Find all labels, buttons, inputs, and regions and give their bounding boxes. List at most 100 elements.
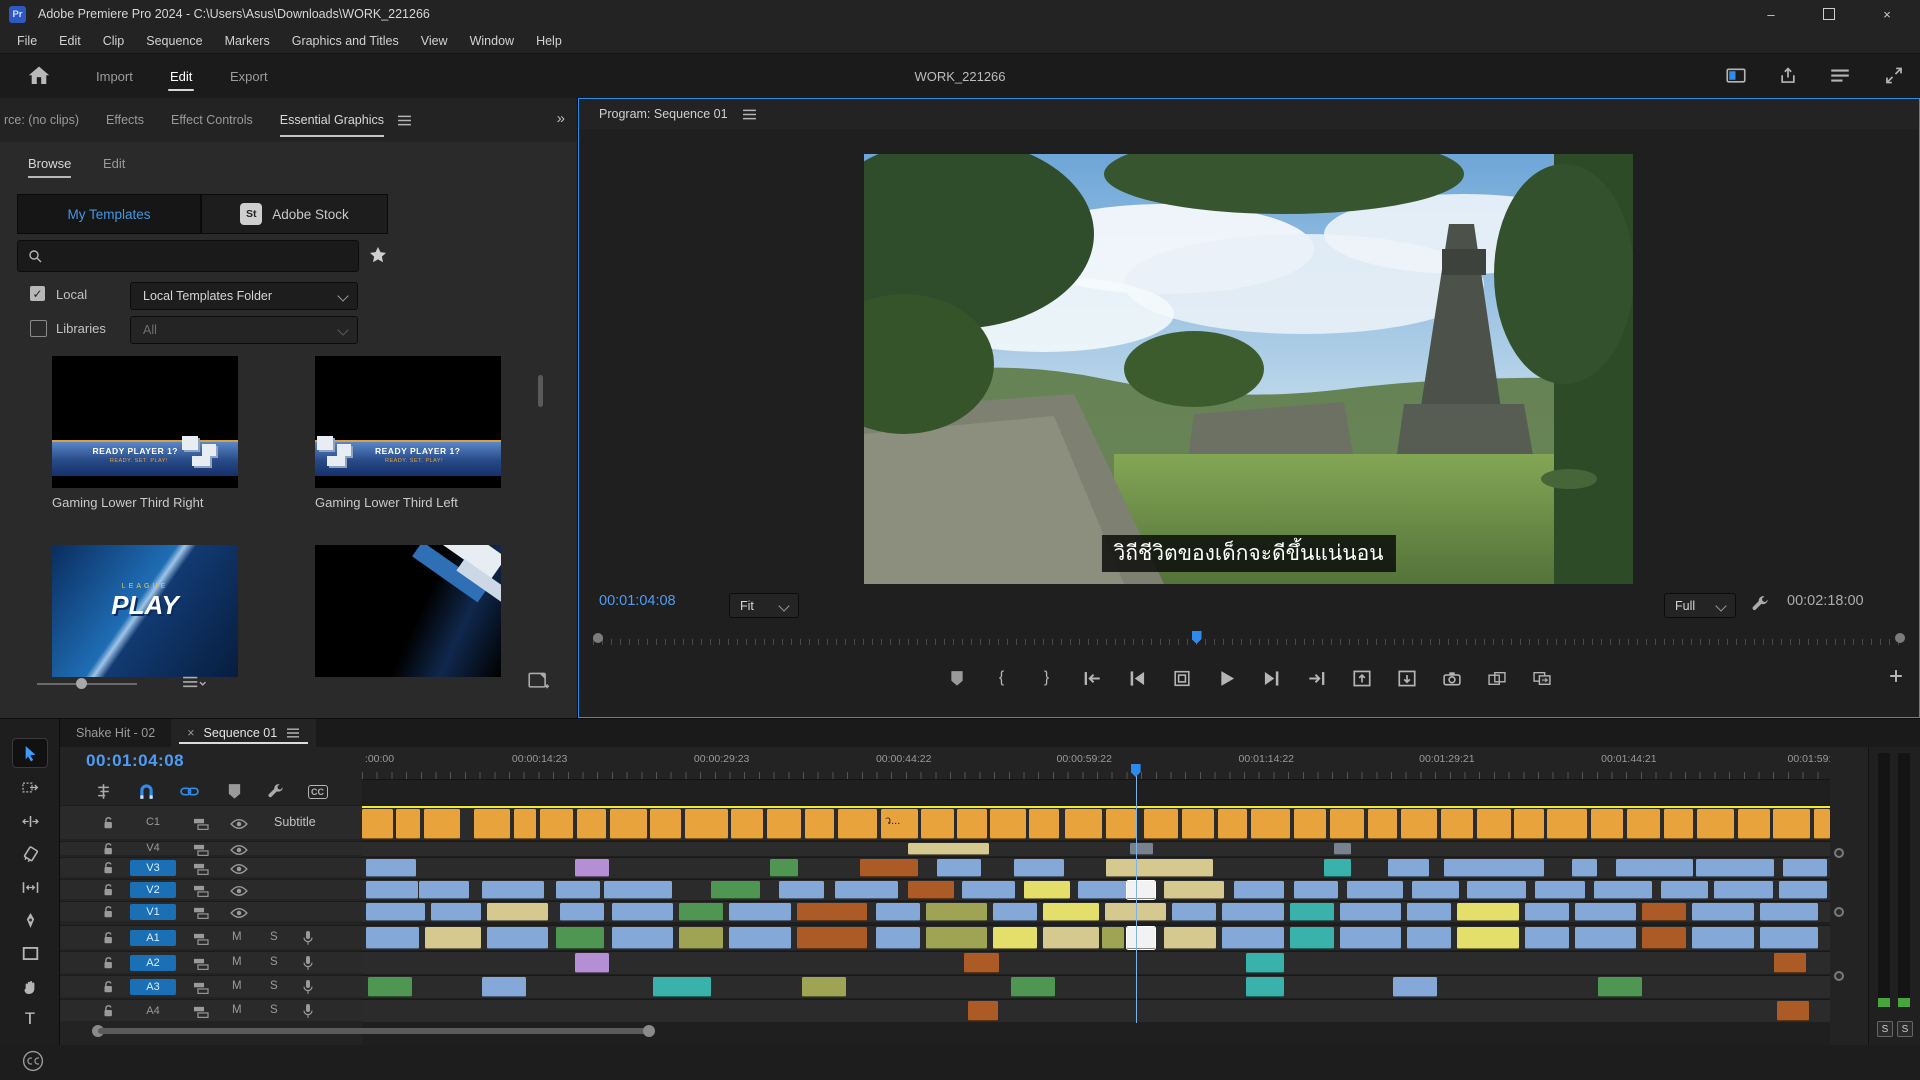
caption-clip[interactable] — [610, 809, 647, 839]
clip-v4[interactable] — [1334, 843, 1352, 855]
clip-v3[interactable] — [1106, 859, 1213, 877]
lift-button[interactable] — [1353, 670, 1371, 687]
source-patch-icon[interactable] — [192, 862, 210, 876]
timeline-ruler[interactable]: :00:0000:00:14:2300:00:29:2300:00:44:220… — [362, 747, 1830, 780]
caption-clip[interactable] — [1330, 809, 1364, 839]
clip-v1[interactable] — [1172, 903, 1216, 921]
quick-export-icon[interactable] — [1726, 67, 1746, 84]
track-target-v1[interactable]: V1 — [130, 904, 176, 920]
clip-a1[interactable] — [1340, 927, 1402, 949]
template-card-gaming-lower-third-left[interactable]: READY PLAYER 1?READY. SET. PLAY!Gaming L… — [315, 356, 501, 510]
clip-v3[interactable] — [1696, 859, 1774, 877]
clip-v1[interactable] — [1407, 903, 1451, 921]
clip-v1[interactable] — [926, 903, 988, 921]
clip-v3[interactable] — [860, 859, 919, 877]
clip-a1[interactable] — [993, 927, 1037, 949]
search-input[interactable] — [51, 248, 335, 264]
panel-scrollbar[interactable] — [538, 375, 543, 407]
selection-tool[interactable] — [13, 739, 47, 767]
solo-button[interactable]: S — [270, 931, 278, 943]
mic-icon[interactable] — [302, 1003, 314, 1019]
lock-icon[interactable] — [102, 883, 115, 897]
clip-v1[interactable] — [560, 903, 604, 921]
clip-v3[interactable] — [770, 859, 798, 877]
clip-a3[interactable] — [368, 977, 412, 997]
workspaces-icon[interactable] — [1830, 67, 1850, 84]
lock-icon[interactable] — [102, 980, 115, 994]
caption-clip[interactable] — [1182, 809, 1214, 839]
nest-toggle-icon[interactable] — [94, 783, 113, 800]
scroll-handle-right[interactable] — [643, 1025, 655, 1037]
hand-tool[interactable] — [13, 972, 47, 1000]
clip-v1[interactable] — [876, 903, 920, 921]
program-playhead[interactable] — [1192, 631, 1202, 644]
caption-clip[interactable] — [650, 809, 681, 839]
clip-v4[interactable] — [1130, 843, 1153, 855]
caption-clip[interactable] — [1065, 809, 1102, 839]
clip-v3[interactable] — [1616, 859, 1694, 877]
track-target-a2[interactable]: A2 — [130, 955, 176, 971]
share-icon[interactable] — [1778, 67, 1798, 84]
caption-clip[interactable] — [1547, 809, 1587, 839]
source-patch-icon[interactable] — [192, 932, 210, 946]
slider-knob[interactable] — [76, 678, 87, 689]
clip-a1[interactable] — [1575, 927, 1637, 949]
menu-file[interactable]: File — [6, 34, 48, 48]
mute-button[interactable]: M — [232, 980, 242, 992]
slip-tool[interactable] — [13, 873, 47, 901]
clip-a1[interactable] — [1760, 927, 1819, 949]
clip-v3[interactable] — [1444, 859, 1544, 877]
extract-button[interactable] — [1398, 670, 1416, 687]
subtab-browse[interactable]: Browse — [28, 148, 71, 178]
clip-a1[interactable] — [1222, 927, 1284, 949]
clip-a1[interactable] — [1525, 927, 1569, 949]
template-card[interactable]: LEAGUEPLAY — [52, 545, 238, 677]
caption-clip[interactable] — [540, 809, 574, 839]
step-forward-button[interactable] — [1263, 670, 1281, 687]
clip-v1[interactable] — [1692, 903, 1754, 921]
mic-icon[interactable] — [302, 930, 314, 946]
clip-v2[interactable] — [1412, 881, 1459, 899]
timeline-timecode[interactable]: 00:01:04:08 — [86, 751, 184, 771]
caption-clip[interactable] — [1218, 809, 1247, 839]
caption-clip[interactable] — [1477, 809, 1511, 839]
lock-icon[interactable] — [102, 956, 115, 970]
clip-a1[interactable] — [679, 927, 723, 949]
clip-v2[interactable] — [1024, 881, 1070, 899]
solo-left-button[interactable]: S — [1877, 1021, 1893, 1037]
clip-v4[interactable] — [908, 843, 989, 855]
caption-clip[interactable] — [474, 809, 511, 839]
clip-v1[interactable] — [797, 903, 867, 921]
clip-v2[interactable] — [1164, 881, 1224, 899]
close-button[interactable]: × — [1864, 0, 1910, 28]
clip-v1[interactable] — [1760, 903, 1819, 921]
captions-icon[interactable]: CC — [308, 783, 327, 800]
multi-camera-button[interactable] — [1533, 670, 1551, 687]
ripple-edit-tool[interactable] — [13, 807, 47, 835]
caption-clip[interactable] — [1294, 809, 1326, 839]
pen-tool[interactable] — [13, 906, 47, 934]
lock-icon[interactable] — [102, 1004, 115, 1018]
caption-clip[interactable] — [1773, 809, 1810, 839]
clip-a1[interactable] — [366, 927, 419, 949]
maximize-button[interactable] — [1806, 0, 1852, 28]
caption-clip[interactable] — [957, 809, 986, 839]
clip-v3[interactable] — [575, 859, 609, 877]
track-select-forward-tool[interactable] — [13, 773, 47, 801]
clip-v1[interactable] — [1222, 903, 1284, 921]
menu-window[interactable]: Window — [459, 34, 525, 48]
clip-a1[interactable] — [876, 927, 920, 949]
clip-a2[interactable] — [1246, 953, 1284, 973]
panel-menu-icon[interactable] — [742, 109, 757, 120]
add-marker-icon[interactable] — [225, 783, 244, 800]
clip-v2[interactable] — [419, 881, 469, 899]
clip-a1[interactable] — [1692, 927, 1754, 949]
snap-icon[interactable] — [137, 783, 156, 800]
lock-icon[interactable] — [102, 861, 115, 875]
clip-v1[interactable] — [679, 903, 723, 921]
track-target-v2[interactable]: V2 — [130, 882, 176, 898]
program-video-frame[interactable]: วิถีชีวิตของเด็กจะดีขึ้นแน่นอน — [864, 154, 1633, 584]
clip-v3[interactable] — [366, 859, 416, 877]
menu-graphics-and-titles[interactable]: Graphics and Titles — [281, 34, 410, 48]
caption-clip[interactable] — [1814, 809, 1830, 839]
